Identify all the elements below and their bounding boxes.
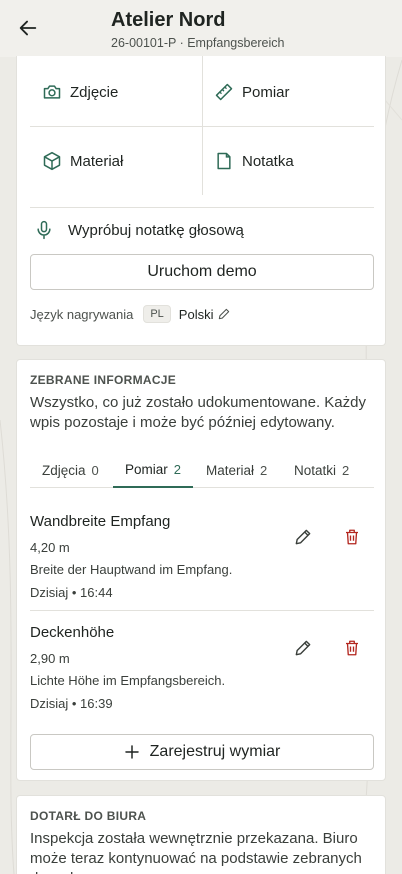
tab-count: 2 bbox=[342, 463, 350, 478]
language-name[interactable]: Polski bbox=[179, 307, 214, 322]
microphone-icon bbox=[37, 220, 51, 240]
capture-grid: Zdjęcie Pomiar Materiał Notatka bbox=[30, 56, 374, 195]
tab-label: Zdjęcia bbox=[42, 463, 86, 478]
delete-button[interactable] bbox=[341, 526, 363, 548]
pencil-icon bbox=[295, 640, 311, 656]
voice-note-row: Wypróbuj notatkę głosową bbox=[34, 218, 244, 242]
capture-photo-button[interactable]: Zdjęcie bbox=[42, 80, 118, 104]
capture-note-label: Notatka bbox=[242, 152, 294, 170]
item-description: Lichte Höhe im Empfangsbereich. bbox=[30, 673, 226, 688]
office-handoff-card: DOTARŁ DO BIURA Inspekcja została wewnęt… bbox=[16, 795, 386, 874]
page-subtitle: 26-00101-P · Empfangsbereich bbox=[111, 36, 285, 50]
edit-button[interactable] bbox=[292, 526, 314, 548]
start-demo-button[interactable]: Uruchom demo bbox=[30, 254, 374, 290]
category-tabs: Zdjęcia 0 Pomiar 2 Materiał 2 Notatki 2 bbox=[30, 453, 374, 488]
item-title: Wandbreite Empfang bbox=[30, 513, 171, 530]
delete-button[interactable] bbox=[341, 637, 363, 659]
page-title: Atelier Nord bbox=[111, 9, 226, 31]
capture-measure-button[interactable]: Pomiar bbox=[214, 80, 290, 104]
tab-label: Materiał bbox=[206, 463, 255, 478]
plus-icon bbox=[124, 745, 139, 759]
item-value: 2,90 m bbox=[30, 651, 70, 666]
capture-material-button[interactable]: Materiał bbox=[42, 149, 123, 173]
tab-notes[interactable]: Notatki 2 bbox=[282, 453, 361, 488]
app-header: Atelier Nord 26-00101-P · Empfangsbereic… bbox=[0, 0, 402, 57]
edit-button[interactable] bbox=[292, 637, 314, 659]
tab-material[interactable]: Materiał 2 bbox=[194, 453, 279, 488]
tab-count: 2 bbox=[173, 462, 181, 477]
item-timestamp: Dzisiaj • 16:39 bbox=[30, 696, 113, 711]
item-timestamp: Dzisiaj • 16:44 bbox=[30, 585, 113, 600]
language-label: Język nagrywania bbox=[30, 306, 134, 322]
tab-label: Pomiar bbox=[125, 462, 168, 477]
collected-info-card: ZEBRANE INFORMACJE Wszystko, co już zost… bbox=[16, 359, 386, 781]
back-button[interactable] bbox=[14, 14, 42, 42]
section-heading: ZEBRANE INFORMACJE bbox=[30, 373, 177, 387]
add-measurement-button[interactable]: Zarejestruj wymiar bbox=[30, 734, 374, 770]
item-description: Breite der Hauptwand im Empfang. bbox=[30, 562, 233, 577]
camera-icon bbox=[43, 85, 61, 99]
capture-measure-label: Pomiar bbox=[242, 83, 290, 101]
tab-count: 2 bbox=[260, 463, 268, 478]
divider bbox=[30, 610, 374, 611]
tab-photos[interactable]: Zdjęcia 0 bbox=[30, 453, 111, 488]
trash-icon bbox=[346, 640, 358, 656]
add-measurement-label: Zarejestruj wymiar bbox=[149, 743, 281, 760]
language-code-badge: PL bbox=[143, 305, 171, 323]
capture-material-label: Materiał bbox=[70, 152, 124, 170]
note-icon bbox=[217, 152, 231, 170]
grid-divider-horizontal bbox=[30, 126, 374, 127]
recording-language: Język nagrywania PL Polski bbox=[30, 304, 231, 324]
section-description: Inspekcja została wewnętrznie przekazana… bbox=[30, 830, 362, 874]
voice-note-label: Wypróbuj notatkę głosową bbox=[68, 221, 244, 239]
pencil-icon bbox=[295, 529, 311, 545]
item-value: 4,20 m bbox=[30, 540, 70, 555]
capture-note-button[interactable]: Notatka bbox=[214, 149, 294, 173]
tab-measurement[interactable]: Pomiar 2 bbox=[113, 453, 193, 488]
capture-card: Zdjęcie Pomiar Materiał Notatka Wypróbuj… bbox=[16, 56, 386, 346]
pencil-icon[interactable] bbox=[217, 307, 231, 321]
section-heading: DOTARŁ DO BIURA bbox=[30, 809, 147, 823]
capture-photo-label: Zdjęcie bbox=[70, 83, 119, 101]
item-title: Deckenhöhe bbox=[30, 624, 115, 641]
tab-count: 0 bbox=[91, 463, 99, 478]
ruler-icon bbox=[215, 83, 233, 101]
divider bbox=[30, 207, 374, 208]
trash-icon bbox=[346, 529, 358, 545]
section-description: Wszystko, co już zostało udokumentowane.… bbox=[30, 394, 366, 431]
tab-label: Notatki bbox=[294, 463, 337, 478]
arrow-left-icon bbox=[19, 20, 37, 36]
box-icon bbox=[43, 151, 61, 171]
